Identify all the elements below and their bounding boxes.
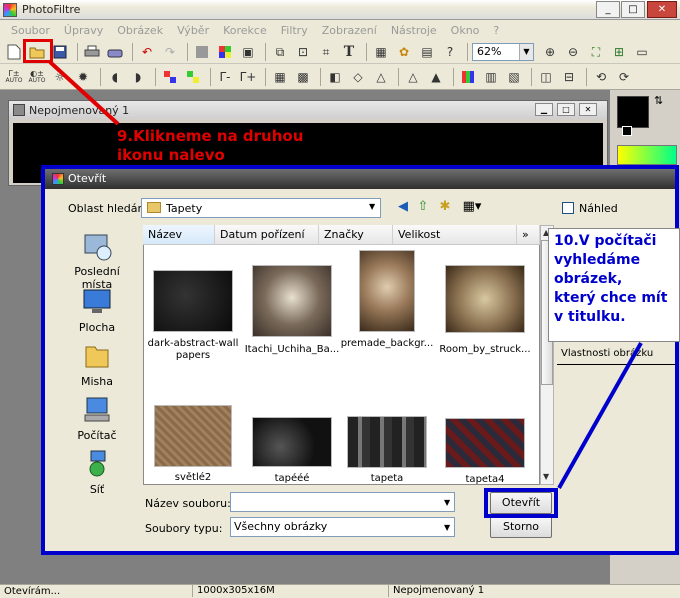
step10-annotation: 10.V počítači vyhledáme obrázek, který c… [554,233,668,325]
step9-annotation: 9.Klikneme na druhou ikonu nalevo [117,127,304,164]
open-button-highlight [484,488,558,518]
red-arrow-line [48,60,120,126]
blue-arrow-line [557,342,643,489]
